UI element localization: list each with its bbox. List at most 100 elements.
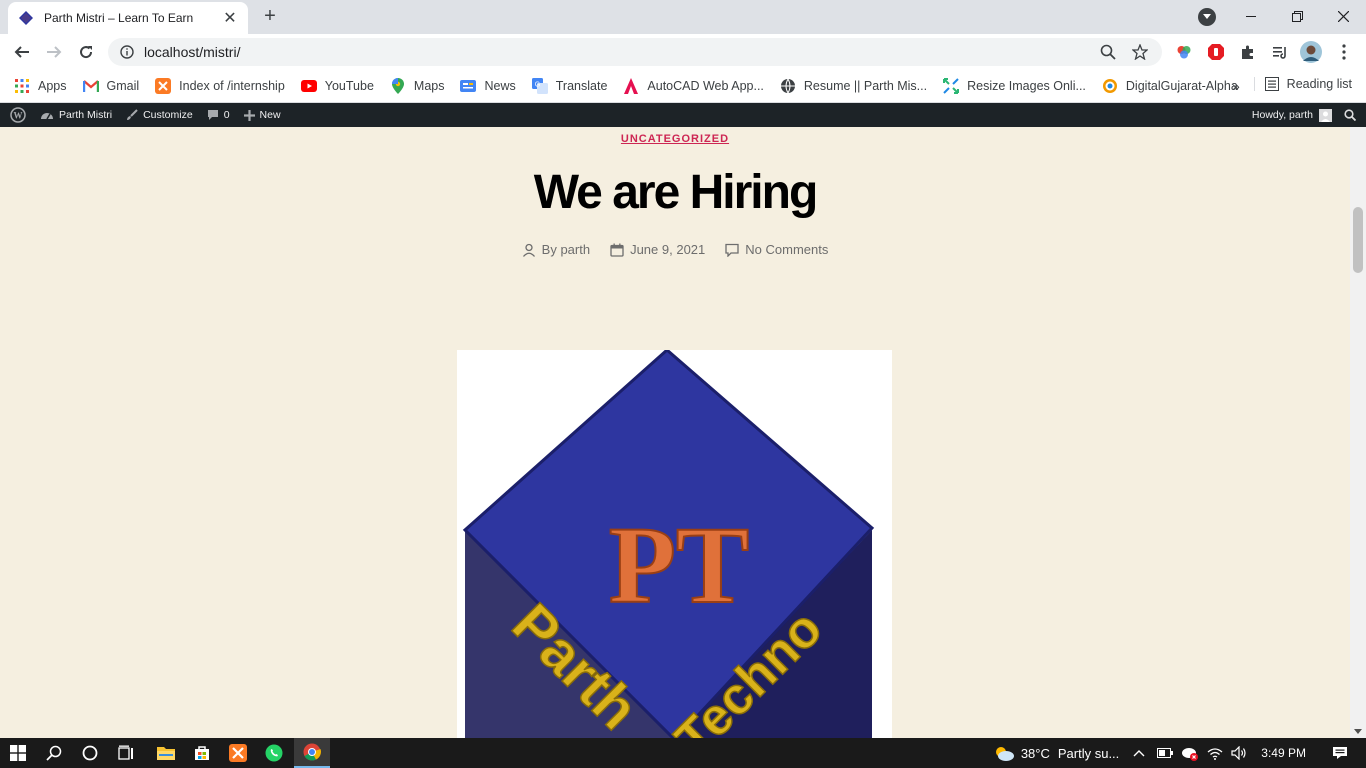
tab-search-button[interactable] bbox=[1198, 8, 1216, 26]
reload-button[interactable] bbox=[73, 39, 99, 65]
minimize-button[interactable] bbox=[1228, 0, 1274, 32]
bookmark-apps[interactable]: Apps bbox=[14, 78, 67, 94]
comments-link[interactable]: 0 bbox=[207, 109, 230, 121]
cloud-sync-error-icon[interactable] bbox=[1181, 745, 1199, 761]
calendar-icon bbox=[610, 243, 624, 257]
scroll-down-arrow-icon[interactable] bbox=[1354, 729, 1362, 734]
bookmark-news[interactable]: News bbox=[460, 78, 516, 94]
new-tab-button[interactable]: + bbox=[258, 5, 282, 29]
wordpress-logo-icon: W bbox=[10, 107, 26, 123]
post-meta: By parth June 9, 2021 No Comments bbox=[0, 242, 1350, 257]
close-tab-icon[interactable]: ✕ bbox=[222, 8, 238, 28]
profile-avatar[interactable] bbox=[1300, 41, 1322, 63]
info-icon[interactable] bbox=[120, 45, 134, 59]
new-content-link[interactable]: New bbox=[243, 109, 281, 121]
chrome-menu-button[interactable] bbox=[1333, 41, 1355, 63]
search-icon bbox=[46, 745, 62, 761]
zoom-search-icon[interactable] bbox=[1098, 42, 1118, 62]
task-view-button[interactable] bbox=[108, 738, 144, 768]
action-center-icon[interactable] bbox=[1332, 746, 1348, 760]
apps-grid-icon bbox=[14, 78, 30, 94]
bookmark-resume[interactable]: Resume || Parth Mis... bbox=[780, 78, 927, 94]
close-window-button[interactable] bbox=[1320, 0, 1366, 32]
wordpress-logo-button[interactable]: W bbox=[10, 107, 26, 123]
customize-link[interactable]: Customize bbox=[126, 109, 193, 121]
extensions-puzzle-icon[interactable] bbox=[1237, 41, 1259, 63]
battery-icon[interactable] bbox=[1157, 748, 1174, 758]
bookmark-label: AutoCAD Web App... bbox=[647, 79, 764, 93]
new-label: New bbox=[259, 109, 281, 121]
admin-search-icon[interactable] bbox=[1344, 109, 1356, 121]
bookmark-youtube[interactable]: YouTube bbox=[300, 78, 374, 94]
browser-tab[interactable]: Parth Mistri – Learn To Earn ✕ bbox=[8, 2, 248, 34]
post-author[interactable]: By parth bbox=[522, 242, 590, 257]
scrollbar-thumb[interactable] bbox=[1353, 207, 1363, 273]
plus-icon bbox=[243, 109, 255, 121]
chrome-taskbar-button[interactable] bbox=[294, 738, 330, 768]
digitalgujarat-icon bbox=[1102, 78, 1118, 94]
bookmark-gmail[interactable]: Gmail bbox=[82, 78, 139, 94]
site-name-link[interactable]: Parth Mistri bbox=[40, 109, 112, 121]
system-tray: 38°C Partly su... 3:49 PM bbox=[993, 738, 1366, 768]
user-avatar-icon[interactable] bbox=[1319, 108, 1332, 122]
bookmark-translate[interactable]: G Translate bbox=[531, 78, 608, 94]
url-text[interactable]: localhost/mistri/ bbox=[144, 44, 1086, 60]
cortana-circle-icon bbox=[82, 745, 98, 761]
address-bar[interactable]: localhost/mistri/ bbox=[108, 38, 1162, 66]
bookmark-label: News bbox=[484, 79, 516, 93]
media-control-icon[interactable] bbox=[1269, 41, 1291, 63]
news-icon bbox=[460, 78, 477, 94]
bookmark-label: Translate bbox=[555, 79, 608, 93]
clock-time[interactable]: 3:49 PM bbox=[1261, 746, 1306, 760]
bookmark-index-internship[interactable]: Index of /internship bbox=[155, 78, 285, 94]
post-date[interactable]: June 9, 2021 bbox=[610, 242, 705, 257]
bookmark-label: YouTube bbox=[324, 79, 374, 93]
weather-partly-sunny-icon[interactable] bbox=[993, 744, 1015, 762]
translate-icon: G bbox=[531, 78, 548, 94]
chevron-up-icon[interactable] bbox=[1133, 749, 1145, 757]
bookmark-label: Apps bbox=[38, 79, 67, 93]
start-button[interactable] bbox=[0, 738, 36, 768]
color-picker-extension-icon[interactable] bbox=[1173, 41, 1195, 63]
page-scrollbar[interactable] bbox=[1350, 127, 1366, 738]
more-bookmarks-button[interactable]: » bbox=[1232, 78, 1240, 94]
bookmark-star-icon[interactable] bbox=[1130, 42, 1150, 62]
back-button[interactable] bbox=[9, 39, 35, 65]
howdy-user-link[interactable]: Howdy, parth bbox=[1252, 109, 1313, 121]
gmail-icon bbox=[82, 78, 99, 94]
post-comments[interactable]: No Comments bbox=[725, 242, 828, 257]
admin-bar-right: Howdy, parth bbox=[1252, 103, 1356, 127]
resize-icon bbox=[943, 78, 960, 94]
cortana-button[interactable] bbox=[72, 738, 108, 768]
bookmark-label: Resize Images Onli... bbox=[967, 79, 1086, 93]
site-name-label: Parth Mistri bbox=[59, 109, 113, 121]
weather-label[interactable]: Partly su... bbox=[1058, 746, 1119, 761]
reading-list-label: Reading list bbox=[1286, 77, 1352, 91]
bookmarks-bar: Apps Gmail Index of /internship YouTube … bbox=[0, 70, 1366, 103]
user-icon bbox=[522, 243, 535, 257]
comment-icon bbox=[725, 243, 739, 257]
bookmark-digitalgujarat[interactable]: DigitalGujarat-Alpha bbox=[1102, 78, 1238, 94]
file-explorer-button[interactable] bbox=[148, 738, 184, 768]
minimize-icon bbox=[1246, 15, 1256, 17]
store-button[interactable] bbox=[184, 738, 220, 768]
whatsapp-taskbar-button[interactable] bbox=[256, 738, 292, 768]
paintbrush-icon bbox=[126, 109, 138, 121]
forward-button[interactable] bbox=[41, 39, 67, 65]
page-content: UNCATEGORIZED We are Hiring By parth Jun… bbox=[0, 127, 1350, 738]
category-link[interactable]: UNCATEGORIZED bbox=[621, 133, 729, 145]
volume-icon[interactable] bbox=[1231, 746, 1247, 760]
restore-button[interactable] bbox=[1274, 0, 1320, 32]
temperature-label[interactable]: 38°C bbox=[1021, 746, 1050, 761]
search-button[interactable] bbox=[36, 738, 72, 768]
bookmark-resize-images[interactable]: Resize Images Onli... bbox=[943, 78, 1086, 94]
bookmark-maps[interactable]: Maps bbox=[390, 78, 444, 94]
xampp-taskbar-button[interactable] bbox=[220, 738, 256, 768]
reading-list-button[interactable]: Reading list bbox=[1253, 77, 1352, 91]
svg-text:G: G bbox=[535, 82, 540, 89]
wifi-icon[interactable] bbox=[1207, 746, 1223, 760]
arrow-left-icon bbox=[14, 46, 29, 58]
bookmark-autocad[interactable]: AutoCAD Web App... bbox=[623, 78, 764, 94]
task-view-icon bbox=[118, 745, 133, 760]
adblock-extension-icon[interactable] bbox=[1205, 41, 1227, 63]
